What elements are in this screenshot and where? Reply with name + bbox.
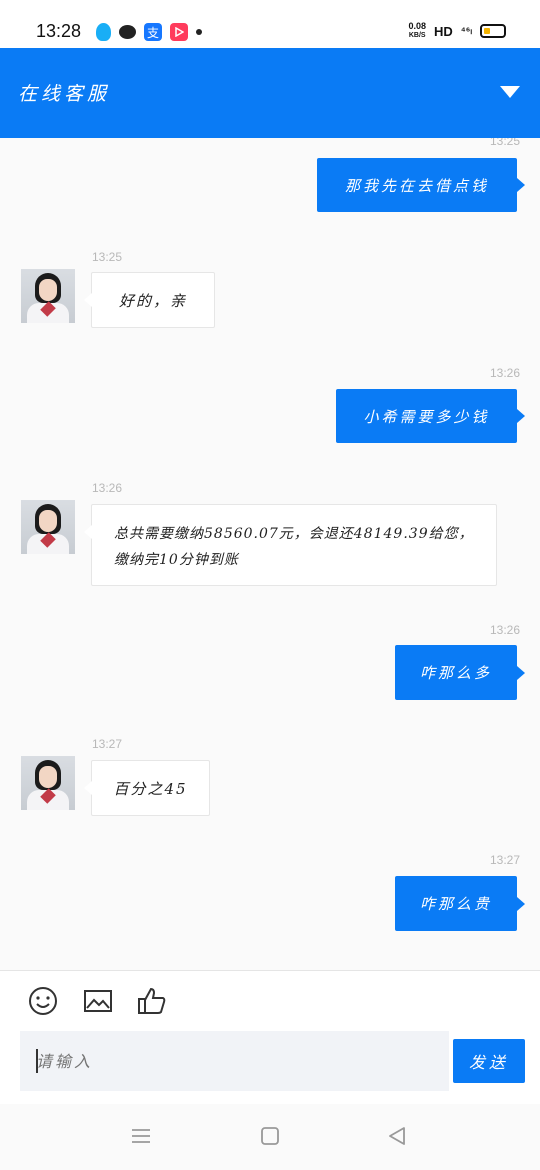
battery-icon bbox=[480, 24, 506, 38]
image-icon[interactable] bbox=[82, 985, 114, 1017]
send-button[interactable]: 发送 bbox=[453, 1039, 525, 1083]
emoji-icon[interactable] bbox=[27, 985, 59, 1017]
message-time: 13:25 bbox=[490, 138, 521, 148]
message-bubble-sent[interactable]: 那我先在去借点钱 bbox=[317, 158, 525, 212]
message-bubble-sent[interactable]: 咋那么多 bbox=[395, 645, 525, 700]
menu-nav-icon[interactable] bbox=[131, 1126, 151, 1150]
text-cursor bbox=[36, 1049, 38, 1073]
message-time: 13:27 bbox=[92, 737, 123, 751]
message-input[interactable] bbox=[20, 1031, 449, 1091]
message-time: 13:27 bbox=[490, 853, 521, 867]
message-time: 13:26 bbox=[92, 481, 123, 495]
status-time: 13:28 bbox=[36, 21, 82, 41]
signal-icon: ⁴⁶ₗ bbox=[460, 25, 472, 37]
composer-toolbar: 发送 bbox=[0, 970, 540, 1104]
alipay-icon: 支 bbox=[144, 23, 162, 41]
status-bar: 13:28 支 0.08 KB/S HD ⁴⁶ₗ bbox=[0, 0, 540, 48]
message-time: 13:25 bbox=[92, 250, 123, 264]
net-speed-value: 0.08 bbox=[408, 21, 426, 31]
back-nav-icon[interactable] bbox=[387, 1126, 407, 1150]
page-title: 在线客服 bbox=[18, 83, 111, 105]
message-bubble-sent[interactable]: 咋那么贵 bbox=[395, 876, 525, 931]
message-time: 13:26 bbox=[490, 366, 521, 380]
battery-fill bbox=[484, 28, 490, 34]
notification-icons: 支 bbox=[96, 23, 202, 41]
dropdown-arrow-icon[interactable] bbox=[500, 86, 520, 98]
message-bubble-received[interactable]: 总共需要缴纳58560.07元，会退还48149.39给您，缴纳完10分钟到账 bbox=[84, 504, 497, 586]
message-bubble-sent[interactable]: 小希需要多少钱 bbox=[336, 389, 525, 443]
wechat-icon bbox=[119, 25, 136, 39]
net-speed: 0.08 KB/S bbox=[408, 22, 426, 40]
home-nav-icon[interactable] bbox=[260, 1126, 280, 1150]
video-app-icon bbox=[170, 23, 188, 41]
thumbs-up-icon[interactable] bbox=[136, 985, 168, 1017]
message-time: 13:26 bbox=[490, 623, 521, 637]
net-speed-unit: KB/S bbox=[408, 32, 426, 39]
chat-messages[interactable]: 13:25 那我先在去借点钱 13:25 好的，亲 13:26 小希需要多少钱 … bbox=[0, 138, 540, 970]
system-nav-bar bbox=[0, 1104, 540, 1170]
agent-avatar[interactable] bbox=[21, 500, 75, 554]
chat-header: 在线客服 bbox=[0, 48, 540, 138]
agent-avatar[interactable] bbox=[21, 756, 75, 810]
hd-indicator: HD bbox=[434, 23, 453, 39]
message-bubble-received[interactable]: 百分之45 bbox=[84, 760, 210, 816]
qq-icon bbox=[96, 23, 111, 41]
agent-avatar[interactable] bbox=[21, 269, 75, 323]
more-notifications-dot bbox=[196, 29, 202, 35]
status-right: 0.08 KB/S HD ⁴⁶ₗ bbox=[408, 22, 506, 40]
message-bubble-received[interactable]: 好的，亲 bbox=[84, 272, 215, 328]
